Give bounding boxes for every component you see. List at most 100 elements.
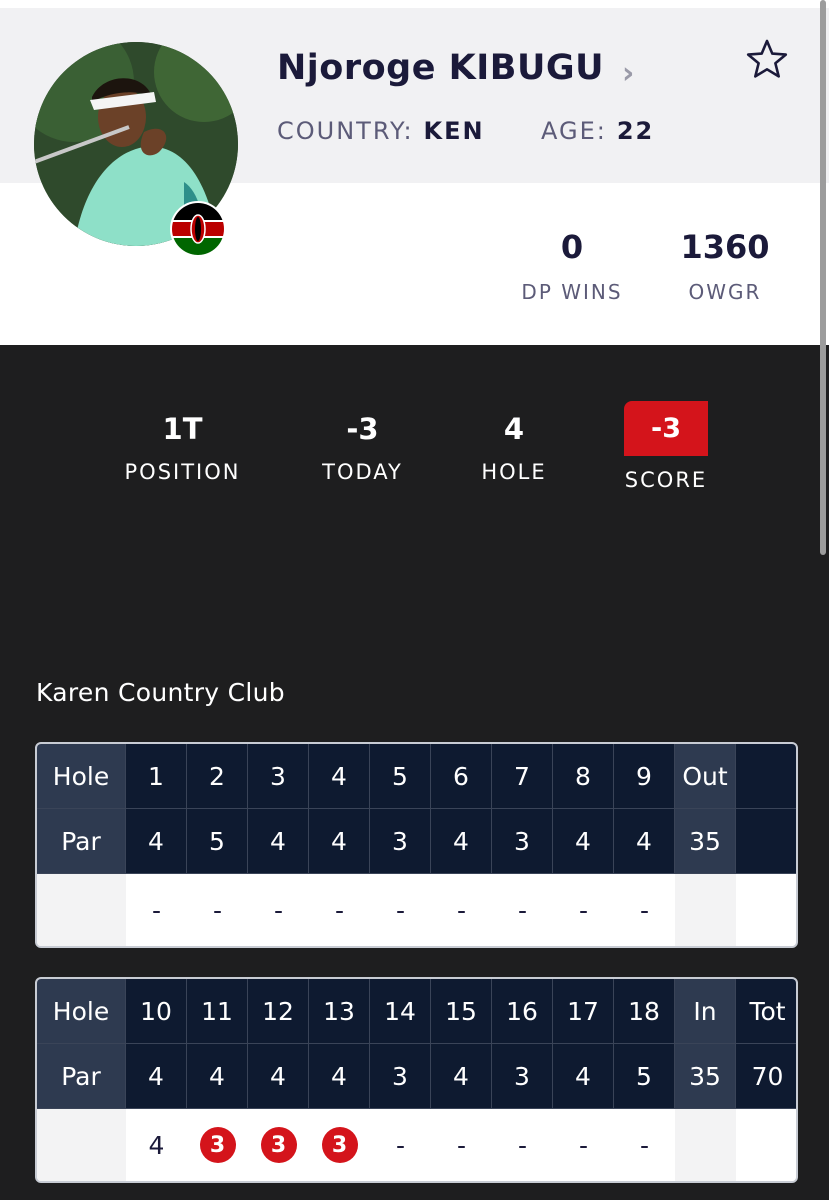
empty-cell xyxy=(736,874,796,946)
hole-row-label: Hole xyxy=(37,744,126,809)
today-value: -3 xyxy=(346,412,379,446)
hole-number: 14 xyxy=(370,979,431,1044)
hole-score: - xyxy=(370,1109,431,1181)
score-row: 4 3 3 3 - - - - - xyxy=(37,1109,796,1181)
hole-number: 11 xyxy=(187,979,248,1044)
hole-score: - xyxy=(614,1109,675,1181)
hole-number: 16 xyxy=(492,979,553,1044)
hole-value: 4 xyxy=(503,412,525,446)
tot-score xyxy=(736,1109,796,1181)
hole-score: - xyxy=(187,874,248,946)
score-label: SCORE xyxy=(624,468,708,492)
today-label: TODAY xyxy=(322,460,403,484)
score-row-label xyxy=(37,1109,126,1181)
hole-number: 12 xyxy=(248,979,309,1044)
kenya-flag-icon xyxy=(170,201,226,257)
par-value: 4 xyxy=(431,809,492,874)
player-name[interactable]: Njoroge KIBUGU xyxy=(277,48,604,88)
hole-score-value: - xyxy=(456,1130,467,1160)
dp-wins-stat: 0 DP WINS xyxy=(497,228,647,304)
country-meta: COUNTRY: KEN xyxy=(277,117,485,145)
owgr-label: OWGR xyxy=(688,280,762,304)
hole-score: - xyxy=(248,874,309,946)
score-stat: -3 SCORE xyxy=(606,401,726,492)
par-value: 3 xyxy=(370,1044,431,1109)
tot-par: 70 xyxy=(736,1044,796,1109)
chevron-right-icon[interactable]: › xyxy=(622,56,634,91)
hole-score: - xyxy=(553,1109,614,1181)
par-value: 4 xyxy=(248,809,309,874)
par-value: 3 xyxy=(492,1044,553,1109)
position-label: POSITION xyxy=(124,460,241,484)
dp-wins-label: DP WINS xyxy=(521,280,623,304)
par-value: 5 xyxy=(614,1044,675,1109)
course-name: Karen Country Club xyxy=(36,678,285,707)
score-row: - - - - - - - - - xyxy=(37,874,796,946)
par-value: 4 xyxy=(431,1044,492,1109)
today-stat: -3 TODAY xyxy=(300,412,425,484)
hole-score: - xyxy=(492,1109,553,1181)
age-label: AGE: xyxy=(541,117,607,145)
in-header: In xyxy=(675,979,736,1044)
hole-row: Hole 10 11 12 13 14 15 16 17 18 In Tot xyxy=(37,979,796,1044)
hole-score-value: - xyxy=(395,1130,406,1160)
out-score xyxy=(675,874,736,946)
star-outline-icon[interactable] xyxy=(746,38,788,80)
par-value: 4 xyxy=(553,1044,614,1109)
hole-number: 17 xyxy=(553,979,614,1044)
player-profile-header: Njoroge KIBUGU › COUNTRY: KEN AGE: 22 0 DP… xyxy=(0,0,829,345)
hole-score: - xyxy=(370,874,431,946)
hole-score: 3 xyxy=(248,1109,309,1181)
empty-cell xyxy=(736,809,796,874)
hole-score: 3 xyxy=(187,1109,248,1181)
hole-score-value: 3 xyxy=(321,1127,358,1163)
par-value: 4 xyxy=(126,809,187,874)
position-value: 1T xyxy=(162,412,203,446)
hole-number: 7 xyxy=(492,744,553,809)
owgr-value: 1360 xyxy=(680,228,770,266)
score-row-label xyxy=(37,874,126,946)
hole-score: - xyxy=(492,874,553,946)
tot-header: Tot xyxy=(736,979,796,1044)
hole-number: 2 xyxy=(187,744,248,809)
par-row: Par 4 5 4 4 3 4 3 4 4 35 xyxy=(37,809,796,874)
score-badge: -3 xyxy=(624,401,708,456)
par-value: 4 xyxy=(248,1044,309,1109)
par-value: 4 xyxy=(309,809,370,874)
hole-row-label: Hole xyxy=(37,979,126,1044)
hole-number: 9 xyxy=(614,744,675,809)
hole-score: - xyxy=(431,1109,492,1181)
hole-number: 13 xyxy=(309,979,370,1044)
par-row-label: Par xyxy=(37,809,126,874)
out-header: Out xyxy=(675,744,736,809)
hole-number: 3 xyxy=(248,744,309,809)
in-score xyxy=(675,1109,736,1181)
par-value: 4 xyxy=(126,1044,187,1109)
position-stat: 1T POSITION xyxy=(110,412,255,484)
hole-score-value: 4 xyxy=(148,1130,165,1160)
hole-score: - xyxy=(126,874,187,946)
par-row-label: Par xyxy=(37,1044,126,1109)
hole-number: 15 xyxy=(431,979,492,1044)
hole-score-value: 3 xyxy=(260,1127,297,1163)
hole-number: 8 xyxy=(553,744,614,809)
hole-number: 1 xyxy=(126,744,187,809)
hole-score-value: - xyxy=(578,1130,589,1160)
par-value: 4 xyxy=(614,809,675,874)
scrollbar-thumb[interactable] xyxy=(820,0,826,555)
hole-stat: 4 HOLE xyxy=(462,412,566,484)
scorecard-back-nine: Hole 10 11 12 13 14 15 16 17 18 In Tot P… xyxy=(35,977,798,1183)
age-meta: AGE: 22 xyxy=(541,117,654,145)
country-label: COUNTRY: xyxy=(277,117,414,145)
country-value: KEN xyxy=(423,117,485,145)
dp-wins-value: 0 xyxy=(560,228,584,266)
hole-score: - xyxy=(614,874,675,946)
hole-number: 5 xyxy=(370,744,431,809)
hole-number: 4 xyxy=(309,744,370,809)
empty-cell xyxy=(736,744,796,809)
hole-score: - xyxy=(553,874,614,946)
hole-score: - xyxy=(309,874,370,946)
par-value: 3 xyxy=(492,809,553,874)
par-value: 4 xyxy=(187,1044,248,1109)
par-row: Par 4 4 4 4 3 4 3 4 5 35 70 xyxy=(37,1044,796,1109)
